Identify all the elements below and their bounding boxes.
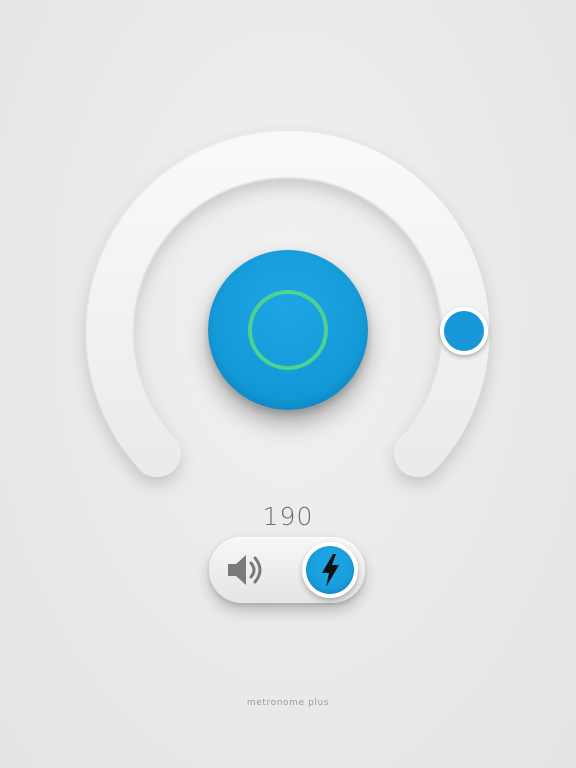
lightning-bolt-icon: [322, 554, 339, 587]
dial-knob[interactable]: [440, 307, 488, 355]
tempo-readout: 190: [262, 502, 314, 531]
speaker-icon: [228, 555, 262, 585]
flash-mode-option[interactable]: [302, 542, 358, 598]
mode-toggle[interactable]: [209, 537, 365, 603]
flash-mode-fill: [306, 546, 354, 594]
sound-mode-option[interactable]: [223, 550, 273, 590]
metronome-screen: 190 metronome plus: [0, 0, 576, 768]
brand-label: metronome plus: [246, 698, 330, 708]
start-stop-button[interactable]: [208, 250, 368, 410]
ring-icon: [248, 290, 328, 370]
